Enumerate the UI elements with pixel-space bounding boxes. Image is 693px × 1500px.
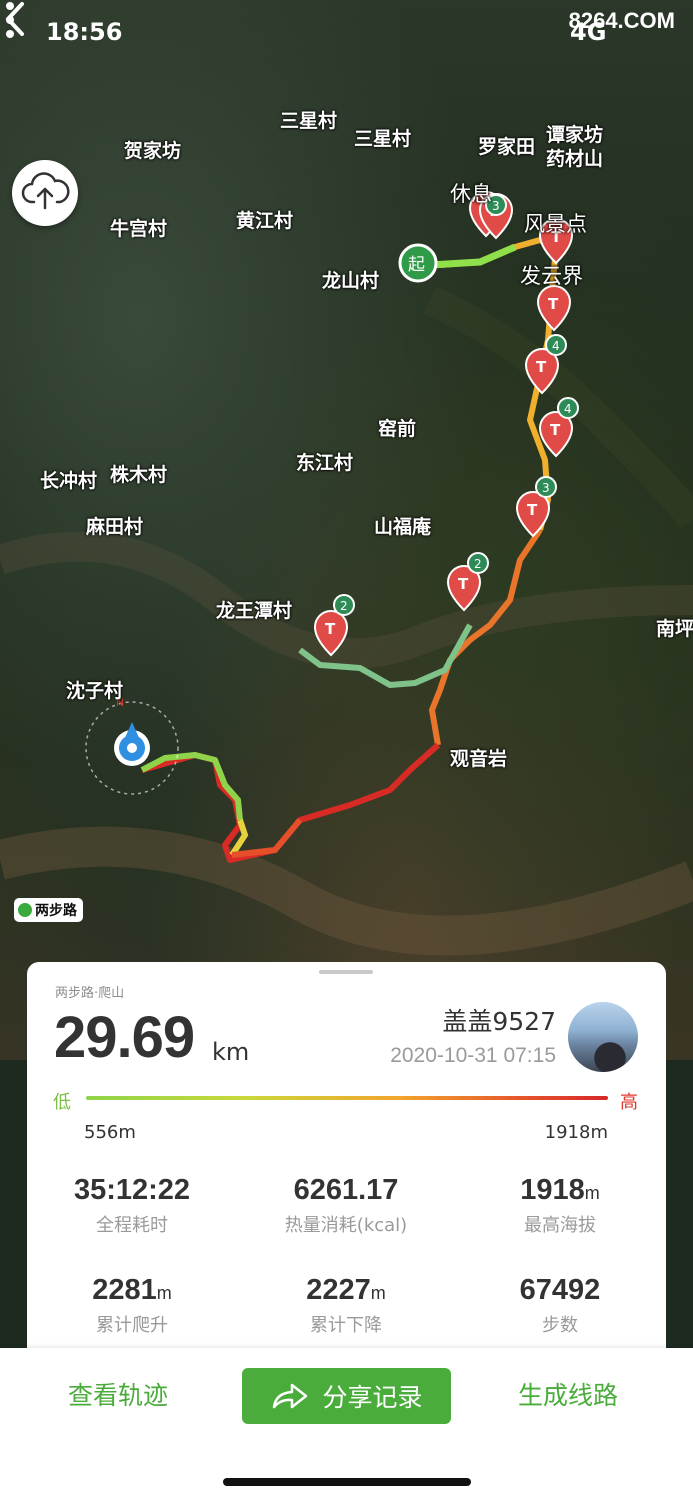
village-label: 长冲村	[40, 470, 98, 492]
svg-text:3: 3	[492, 199, 500, 213]
village-label: 南坪	[656, 618, 693, 640]
cloud-upload-icon	[21, 172, 70, 210]
village-label: 三星村	[280, 110, 338, 132]
cloud-upload-button[interactable]	[12, 160, 78, 226]
village-label: 牛宫村	[110, 218, 168, 240]
compass-icon: N	[85, 697, 179, 795]
share-record-label: 分享记录	[322, 1383, 423, 1412]
view-track-button[interactable]: 查看轨迹	[68, 1376, 168, 1412]
village-label: 麻田村	[86, 516, 144, 538]
user-name: 盖盖9527	[442, 1007, 556, 1036]
waypoint-pin-icon: T 2	[446, 552, 489, 612]
svg-text:4: 4	[552, 339, 560, 353]
village-label: 黄江村	[236, 210, 294, 232]
poi-rest: 休息	[450, 182, 492, 206]
home-indicator[interactable]	[223, 1478, 471, 1486]
village-label: 贺家坊	[124, 140, 182, 162]
village-label: 株木村	[110, 464, 168, 486]
distance-value: 29.69	[54, 1005, 195, 1070]
svg-text:2: 2	[474, 557, 482, 571]
brand-logo: 两步路	[14, 898, 83, 922]
svg-text:T: T	[548, 295, 559, 313]
svg-text:4: 4	[564, 402, 572, 416]
stat-max-altitude: 1918m 最高海拔	[520, 1174, 600, 1236]
village-label: 谭家坊	[546, 124, 604, 146]
stat-steps: 67492 步数	[519, 1274, 601, 1336]
elevation-min: 556m	[84, 1122, 136, 1143]
svg-text:2: 2	[340, 599, 348, 613]
waypoint-pin-icon: T 4	[538, 397, 579, 458]
svg-text:T: T	[527, 501, 538, 519]
summary-card[interactable]: 两步路·爬山 29.69 km 盖盖9527 2020-10-31 07:15 …	[27, 962, 666, 1362]
svg-text:T: T	[550, 421, 561, 439]
village-label: 龙山村	[322, 270, 380, 292]
village-label: 罗家田	[478, 136, 536, 158]
village-label: 沈子村	[66, 680, 124, 702]
svg-text:T: T	[536, 358, 547, 376]
stat-ascent: 2281m 累计爬升	[92, 1274, 172, 1336]
watermark: 8264.COM	[568, 8, 675, 33]
action-bar: 查看轨迹 分享记录 生成线路	[0, 1348, 693, 1500]
elevation-low-label: 低	[53, 1092, 71, 1113]
village-label: 窑前	[378, 418, 417, 440]
distance-unit: km	[212, 1038, 250, 1066]
elevation-max: 1918m	[544, 1122, 608, 1143]
village-label: 龙王潭村	[216, 600, 293, 622]
waypoint-pin-icon: T	[536, 285, 572, 332]
svg-text:T: T	[325, 620, 336, 638]
stat-calories: 6261.17 热量消耗(kcal)	[284, 1174, 408, 1236]
avatar[interactable]	[568, 1002, 638, 1072]
record-datetime: 2020-10-31 07:15	[390, 1044, 556, 1067]
share-arrow-icon	[273, 1383, 308, 1409]
svg-text:3: 3	[542, 481, 550, 495]
poi-scenic: 风景点	[524, 212, 587, 236]
stat-descent: 2227m 累计下降	[306, 1274, 386, 1336]
village-label: 药材山	[546, 148, 604, 170]
village-label: 观音岩	[450, 748, 508, 770]
poi-fayun: 发云界	[520, 264, 583, 288]
svg-text:T: T	[458, 575, 469, 593]
map-view[interactable]: N 起 T 3 T T T 4 T	[0, 0, 693, 1060]
share-record-button[interactable]: 分享记录	[242, 1368, 451, 1424]
generate-route-button[interactable]: 生成线路	[518, 1376, 618, 1412]
start-marker: 起	[398, 243, 438, 283]
elevation-gradient-bar	[86, 1096, 608, 1100]
svg-text:起: 起	[408, 255, 425, 275]
elevation-high-label: 高	[620, 1092, 638, 1113]
stat-duration: 35:12:22 全程耗时	[73, 1174, 191, 1236]
status-time: 18:56	[46, 18, 123, 46]
activity-source: 两步路·爬山	[55, 986, 125, 1001]
village-label: 东江村	[296, 452, 354, 474]
drag-handle[interactable]	[319, 970, 373, 974]
village-label: 三星村	[354, 128, 412, 150]
more-icon[interactable]	[0, 0, 20, 40]
village-label: 山福庵	[374, 516, 432, 538]
waypoint-pin-icon: T 3	[515, 476, 557, 538]
